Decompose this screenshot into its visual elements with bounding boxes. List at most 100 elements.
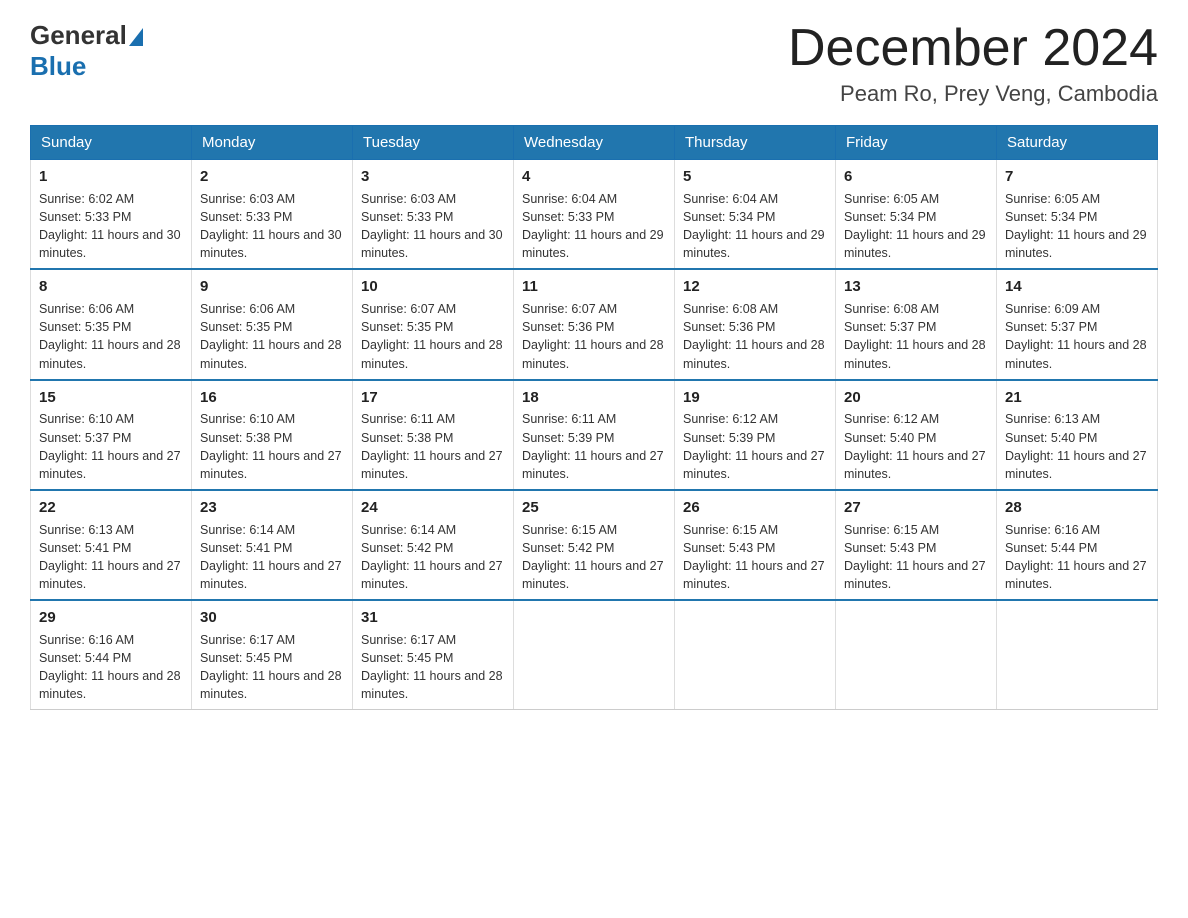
calendar-cell: 19Sunrise: 6:12 AMSunset: 5:39 PMDayligh… [675, 380, 836, 490]
calendar-cell: 4Sunrise: 6:04 AMSunset: 5:33 PMDaylight… [514, 160, 675, 270]
sunrise-text: Sunrise: 6:02 AM [39, 190, 183, 208]
day-number: 11 [522, 276, 666, 298]
day-number: 25 [522, 497, 666, 519]
calendar-cell [997, 600, 1158, 710]
daylight-text: Daylight: 11 hours and 30 minutes. [39, 226, 183, 262]
sunset-text: Sunset: 5:38 PM [361, 429, 505, 447]
sunrise-text: Sunrise: 6:13 AM [1005, 410, 1149, 428]
sunrise-text: Sunrise: 6:13 AM [39, 521, 183, 539]
sunrise-text: Sunrise: 6:03 AM [361, 190, 505, 208]
daylight-text: Daylight: 11 hours and 27 minutes. [522, 447, 666, 483]
day-number: 6 [844, 166, 988, 188]
calendar-cell: 22Sunrise: 6:13 AMSunset: 5:41 PMDayligh… [31, 490, 192, 600]
calendar-header-row: SundayMondayTuesdayWednesdayThursdayFrid… [31, 126, 1158, 160]
calendar-week-row: 29Sunrise: 6:16 AMSunset: 5:44 PMDayligh… [31, 600, 1158, 710]
header-saturday: Saturday [997, 126, 1158, 160]
sunset-text: Sunset: 5:35 PM [39, 318, 183, 336]
calendar-cell: 30Sunrise: 6:17 AMSunset: 5:45 PMDayligh… [192, 600, 353, 710]
sunrise-text: Sunrise: 6:15 AM [844, 521, 988, 539]
sunset-text: Sunset: 5:43 PM [683, 539, 827, 557]
sunrise-text: Sunrise: 6:11 AM [522, 410, 666, 428]
sunrise-text: Sunrise: 6:16 AM [1005, 521, 1149, 539]
day-number: 21 [1005, 387, 1149, 409]
header-wednesday: Wednesday [514, 126, 675, 160]
sunset-text: Sunset: 5:41 PM [200, 539, 344, 557]
sunset-text: Sunset: 5:42 PM [522, 539, 666, 557]
calendar-cell: 24Sunrise: 6:14 AMSunset: 5:42 PMDayligh… [353, 490, 514, 600]
daylight-text: Daylight: 11 hours and 28 minutes. [1005, 336, 1149, 372]
sunset-text: Sunset: 5:34 PM [1005, 208, 1149, 226]
calendar-cell [675, 600, 836, 710]
daylight-text: Daylight: 11 hours and 28 minutes. [39, 667, 183, 703]
day-number: 3 [361, 166, 505, 188]
calendar-cell: 7Sunrise: 6:05 AMSunset: 5:34 PMDaylight… [997, 160, 1158, 270]
sunset-text: Sunset: 5:44 PM [39, 649, 183, 667]
month-title: December 2024 [788, 20, 1158, 77]
calendar-cell: 6Sunrise: 6:05 AMSunset: 5:34 PMDaylight… [836, 160, 997, 270]
sunrise-text: Sunrise: 6:11 AM [361, 410, 505, 428]
daylight-text: Daylight: 11 hours and 28 minutes. [39, 336, 183, 372]
logo-blue-section [127, 28, 143, 43]
day-number: 12 [683, 276, 827, 298]
day-number: 17 [361, 387, 505, 409]
sunrise-text: Sunrise: 6:15 AM [522, 521, 666, 539]
sunset-text: Sunset: 5:39 PM [683, 429, 827, 447]
calendar-week-row: 8Sunrise: 6:06 AMSunset: 5:35 PMDaylight… [31, 269, 1158, 379]
calendar-cell: 28Sunrise: 6:16 AMSunset: 5:44 PMDayligh… [997, 490, 1158, 600]
calendar-cell: 17Sunrise: 6:11 AMSunset: 5:38 PMDayligh… [353, 380, 514, 490]
calendar-cell: 20Sunrise: 6:12 AMSunset: 5:40 PMDayligh… [836, 380, 997, 490]
day-number: 28 [1005, 497, 1149, 519]
day-number: 9 [200, 276, 344, 298]
sunset-text: Sunset: 5:38 PM [200, 429, 344, 447]
calendar-table: SundayMondayTuesdayWednesdayThursdayFrid… [30, 125, 1158, 710]
daylight-text: Daylight: 11 hours and 27 minutes. [39, 447, 183, 483]
day-number: 14 [1005, 276, 1149, 298]
sunrise-text: Sunrise: 6:10 AM [39, 410, 183, 428]
day-number: 22 [39, 497, 183, 519]
sunrise-text: Sunrise: 6:05 AM [844, 190, 988, 208]
sunrise-text: Sunrise: 6:06 AM [39, 300, 183, 318]
calendar-cell: 18Sunrise: 6:11 AMSunset: 5:39 PMDayligh… [514, 380, 675, 490]
day-number: 4 [522, 166, 666, 188]
daylight-text: Daylight: 11 hours and 29 minutes. [683, 226, 827, 262]
page-header: General Blue December 2024 Peam Ro, Prey… [30, 20, 1158, 107]
sunset-text: Sunset: 5:40 PM [844, 429, 988, 447]
sunset-text: Sunset: 5:45 PM [361, 649, 505, 667]
daylight-text: Daylight: 11 hours and 27 minutes. [200, 447, 344, 483]
day-number: 8 [39, 276, 183, 298]
day-number: 20 [844, 387, 988, 409]
sunset-text: Sunset: 5:37 PM [844, 318, 988, 336]
calendar-week-row: 1Sunrise: 6:02 AMSunset: 5:33 PMDaylight… [31, 160, 1158, 270]
logo: General Blue [30, 20, 143, 82]
sunrise-text: Sunrise: 6:12 AM [844, 410, 988, 428]
daylight-text: Daylight: 11 hours and 27 minutes. [844, 447, 988, 483]
calendar-cell: 2Sunrise: 6:03 AMSunset: 5:33 PMDaylight… [192, 160, 353, 270]
day-number: 27 [844, 497, 988, 519]
day-number: 13 [844, 276, 988, 298]
sunset-text: Sunset: 5:39 PM [522, 429, 666, 447]
calendar-cell: 8 Sunrise: 6:06 AMSunset: 5:35 PMDaylight… [31, 269, 192, 379]
day-number: 16 [200, 387, 344, 409]
calendar-cell: 9Sunrise: 6:06 AMSunset: 5:35 PMDaylight… [192, 269, 353, 379]
title-area: December 2024 Peam Ro, Prey Veng, Cambod… [788, 20, 1158, 107]
daylight-text: Daylight: 11 hours and 27 minutes. [200, 557, 344, 593]
day-number: 24 [361, 497, 505, 519]
daylight-text: Daylight: 11 hours and 28 minutes. [361, 336, 505, 372]
calendar-cell: 25Sunrise: 6:15 AMSunset: 5:42 PMDayligh… [514, 490, 675, 600]
daylight-text: Daylight: 11 hours and 29 minutes. [844, 226, 988, 262]
calendar-week-row: 15Sunrise: 6:10 AMSunset: 5:37 PMDayligh… [31, 380, 1158, 490]
sunset-text: Sunset: 5:42 PM [361, 539, 505, 557]
daylight-text: Daylight: 11 hours and 27 minutes. [1005, 447, 1149, 483]
daylight-text: Daylight: 11 hours and 29 minutes. [522, 226, 666, 262]
calendar-cell: 15Sunrise: 6:10 AMSunset: 5:37 PMDayligh… [31, 380, 192, 490]
calendar-cell: 26Sunrise: 6:15 AMSunset: 5:43 PMDayligh… [675, 490, 836, 600]
daylight-text: Daylight: 11 hours and 27 minutes. [683, 447, 827, 483]
calendar-cell: 31Sunrise: 6:17 AMSunset: 5:45 PMDayligh… [353, 600, 514, 710]
sunrise-text: Sunrise: 6:08 AM [683, 300, 827, 318]
sunrise-text: Sunrise: 6:10 AM [200, 410, 344, 428]
sunrise-text: Sunrise: 6:17 AM [200, 631, 344, 649]
sunrise-text: Sunrise: 6:05 AM [1005, 190, 1149, 208]
sunset-text: Sunset: 5:45 PM [200, 649, 344, 667]
daylight-text: Daylight: 11 hours and 28 minutes. [844, 336, 988, 372]
calendar-cell: 10Sunrise: 6:07 AMSunset: 5:35 PMDayligh… [353, 269, 514, 379]
